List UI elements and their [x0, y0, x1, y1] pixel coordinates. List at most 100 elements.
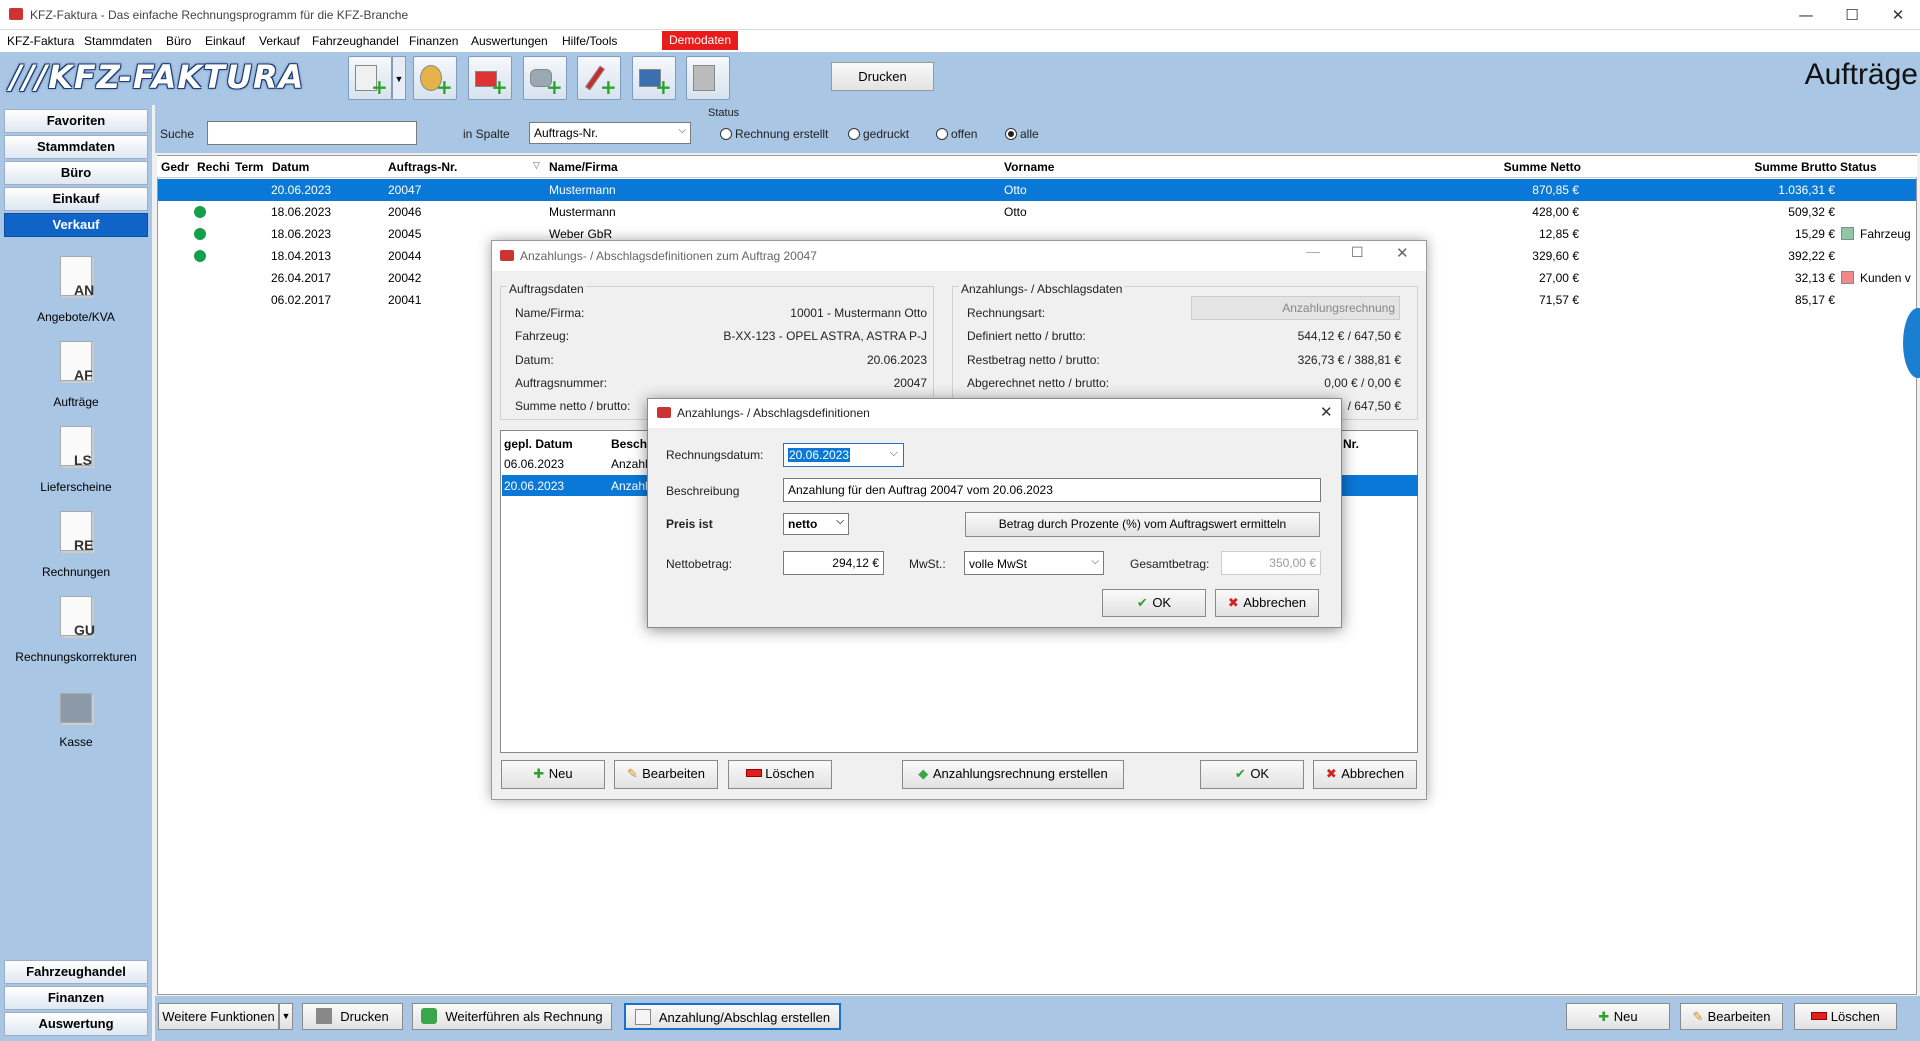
radio-rechnung-erstellt[interactable]: Rechnung erstellt — [720, 127, 828, 141]
cell-brutto: 392,22 € — [1788, 249, 1835, 263]
new-document-button[interactable]: + — [348, 56, 392, 100]
preis-select[interactable]: netto ⌵ — [783, 513, 849, 535]
col-auftrags-nr[interactable]: Auftrags-Nr. — [388, 160, 457, 174]
col-gedr[interactable]: Gedr — [161, 160, 189, 174]
more-functions-dropdown[interactable]: ▼ — [279, 1003, 293, 1030]
radio-offen[interactable]: offen — [936, 127, 977, 141]
dlg-new-button[interactable]: ✚ Neu — [501, 760, 605, 789]
radio-alle[interactable]: alle — [1005, 127, 1039, 141]
nettobetrag-input[interactable]: 294,12 € — [783, 551, 884, 575]
new-article-button[interactable]: + — [523, 56, 567, 100]
module-lieferscheine[interactable]: LS Lieferscheine — [4, 426, 148, 494]
table-row[interactable]: 20.06.2023 20047 Mustermann Otto 870,85 … — [158, 179, 1916, 201]
radio-label: gedruckt — [863, 127, 910, 141]
sidebar-item-finanzen[interactable]: Finanzen — [4, 986, 148, 1010]
delete-button[interactable]: Löschen — [1794, 1003, 1897, 1030]
new-document-dropdown[interactable]: ▼ — [392, 56, 406, 100]
cell-netto: 870,85 € — [1532, 183, 1579, 197]
menu-einkauf[interactable]: Einkauf — [205, 34, 245, 48]
dlg-delete-button[interactable]: Löschen — [728, 760, 832, 789]
create-deposit-button[interactable]: Anzahlung/Abschlag erstellen — [624, 1003, 841, 1030]
col-name-firma[interactable]: Name/Firma — [549, 160, 618, 174]
dlg-cancel-button[interactable]: ✖ Abbrechen — [1313, 760, 1417, 789]
app-icon — [500, 250, 514, 261]
menu-kfz-faktura[interactable]: KFZ-Faktura — [7, 34, 74, 48]
label-fahrzeug: Fahrzeug: — [515, 329, 570, 343]
menu-auswertungen[interactable]: Auswertungen — [471, 34, 548, 48]
dialog-close-button[interactable]: ✕ — [1396, 244, 1409, 262]
menu-hilfe-tools[interactable]: Hilfe/Tools — [562, 34, 617, 48]
create-deposit-invoice-button[interactable]: ◆ Anzahlungsrechnung erstellen — [902, 760, 1124, 789]
sidebar-item-stammdaten[interactable]: Stammdaten — [4, 135, 148, 159]
convert-invoice-button[interactable]: Weiterführen als Rechnung — [412, 1003, 612, 1030]
module-label: Kasse — [59, 735, 93, 749]
dlg-ok-button[interactable]: ✔ OK — [1200, 760, 1304, 789]
percent-calc-button[interactable]: Betrag durch Prozente (%) vom Auftragswe… — [965, 512, 1320, 537]
menu-verkauf[interactable]: Verkauf — [259, 34, 300, 48]
menu-fahrzeughandel[interactable]: Fahrzeughandel — [312, 34, 399, 48]
dialog-maximize-button[interactable]: ☐ — [1351, 244, 1364, 261]
col-rechi[interactable]: Rechi — [197, 160, 230, 174]
button-label: Drucken — [340, 1009, 389, 1024]
col-summe-netto[interactable]: Summe Netto — [1504, 160, 1581, 174]
more-functions-button[interactable]: Weitere Funktionen — [158, 1003, 279, 1030]
dlg-edit-button[interactable]: ✎ Bearbeiten — [614, 760, 718, 789]
new-service-button[interactable]: + — [577, 56, 621, 100]
sidebar-item-verkauf[interactable]: Verkauf — [4, 213, 148, 237]
minimize-button[interactable]: — — [1783, 0, 1829, 30]
module-kasse[interactable]: Kasse — [4, 681, 148, 749]
menu-buero[interactable]: Büro — [166, 34, 191, 48]
beschreibung-input[interactable]: Anzahlung für den Auftrag 20047 vom 20.0… — [783, 478, 1321, 502]
col-beschreibung[interactable]: Beschr — [611, 437, 652, 451]
column-select[interactable]: Auftrags-Nr. ⌵ — [529, 122, 691, 144]
sidebar-item-auswertung[interactable]: Auswertung — [4, 1012, 148, 1036]
col-status[interactable]: Status — [1840, 160, 1877, 174]
new-vehicle-button[interactable]: + — [468, 56, 512, 100]
col-datum[interactable]: Datum — [272, 160, 309, 174]
table-row[interactable]: 18.06.2023 20046 Mustermann Otto 428,00 … — [158, 201, 1916, 223]
module-rechnungen[interactable]: RE Rechnungen — [4, 511, 148, 579]
menu-finanzen[interactable]: Finanzen — [409, 34, 458, 48]
close-window-button[interactable]: ✕ — [1875, 0, 1920, 30]
menu-stammdaten[interactable]: Stammdaten — [84, 34, 152, 48]
col-summe-brutto[interactable]: Summe Brutto — [1754, 160, 1837, 174]
new-customer-button[interactable]: + — [413, 56, 457, 100]
cell-datum: 06.02.2017 — [271, 293, 332, 307]
module-rechnungskorrekturen[interactable]: GU Rechnungskorrekturen — [4, 596, 148, 664]
module-label: Rechnungskorrekturen — [15, 650, 137, 664]
edit-button[interactable]: ✎ Bearbeiten — [1680, 1003, 1783, 1030]
dialog-minimize-button[interactable]: — — [1306, 243, 1320, 259]
sidebar-item-fahrzeughandel[interactable]: Fahrzeughandel — [4, 960, 148, 984]
maximize-button[interactable]: ☐ — [1829, 0, 1875, 30]
cell-nr: 20046 — [388, 205, 422, 219]
button-label: Neu — [1613, 1009, 1638, 1024]
dlg2-cancel-button[interactable]: ✖ Abbrechen — [1215, 589, 1319, 617]
mwst-select[interactable]: volle MwSt ⌵ — [964, 551, 1104, 575]
mwst-value: volle MwSt — [969, 557, 1028, 571]
cell-datum: 20.06.2023 — [504, 479, 565, 493]
col-gepl-datum[interactable]: gepl. Datum — [504, 437, 573, 451]
cell-netto: 27,00 € — [1538, 271, 1579, 285]
sidebar-item-buero[interactable]: Büro — [4, 161, 148, 185]
button-label: OK — [1250, 766, 1270, 781]
new-button[interactable]: ✚ Neu — [1566, 1003, 1670, 1030]
module-auftraege[interactable]: AF Aufträge — [4, 341, 148, 409]
radio-gedruckt[interactable]: gedruckt — [848, 127, 909, 141]
cash-register-button[interactable] — [686, 56, 730, 100]
search-input[interactable] — [207, 121, 417, 145]
print-button[interactable]: Drucken — [831, 62, 934, 91]
module-angebote[interactable]: AN Angebote/KVA — [4, 256, 148, 324]
col-vorname[interactable]: Vorname — [1004, 160, 1054, 174]
module-code: AN — [74, 282, 95, 298]
rechnungsdatum-picker[interactable]: 20.06.2023 ⌵ — [783, 443, 904, 467]
new-supplier-button[interactable]: + — [632, 56, 676, 100]
sidebar-item-favoriten[interactable]: Favoriten — [4, 109, 148, 133]
status-dot-icon — [194, 206, 206, 218]
sidebar-item-einkauf[interactable]: Einkauf — [4, 187, 148, 211]
dlg2-ok-button[interactable]: ✔ OK — [1102, 589, 1206, 617]
button-label: Bearbeiten — [1707, 1009, 1771, 1024]
dialog-close-button[interactable]: ✕ — [1320, 403, 1333, 421]
col-nr[interactable]: Nr. — [1343, 437, 1359, 451]
col-term[interactable]: Term — [235, 160, 263, 174]
print-bottom-button[interactable]: Drucken — [302, 1003, 403, 1030]
